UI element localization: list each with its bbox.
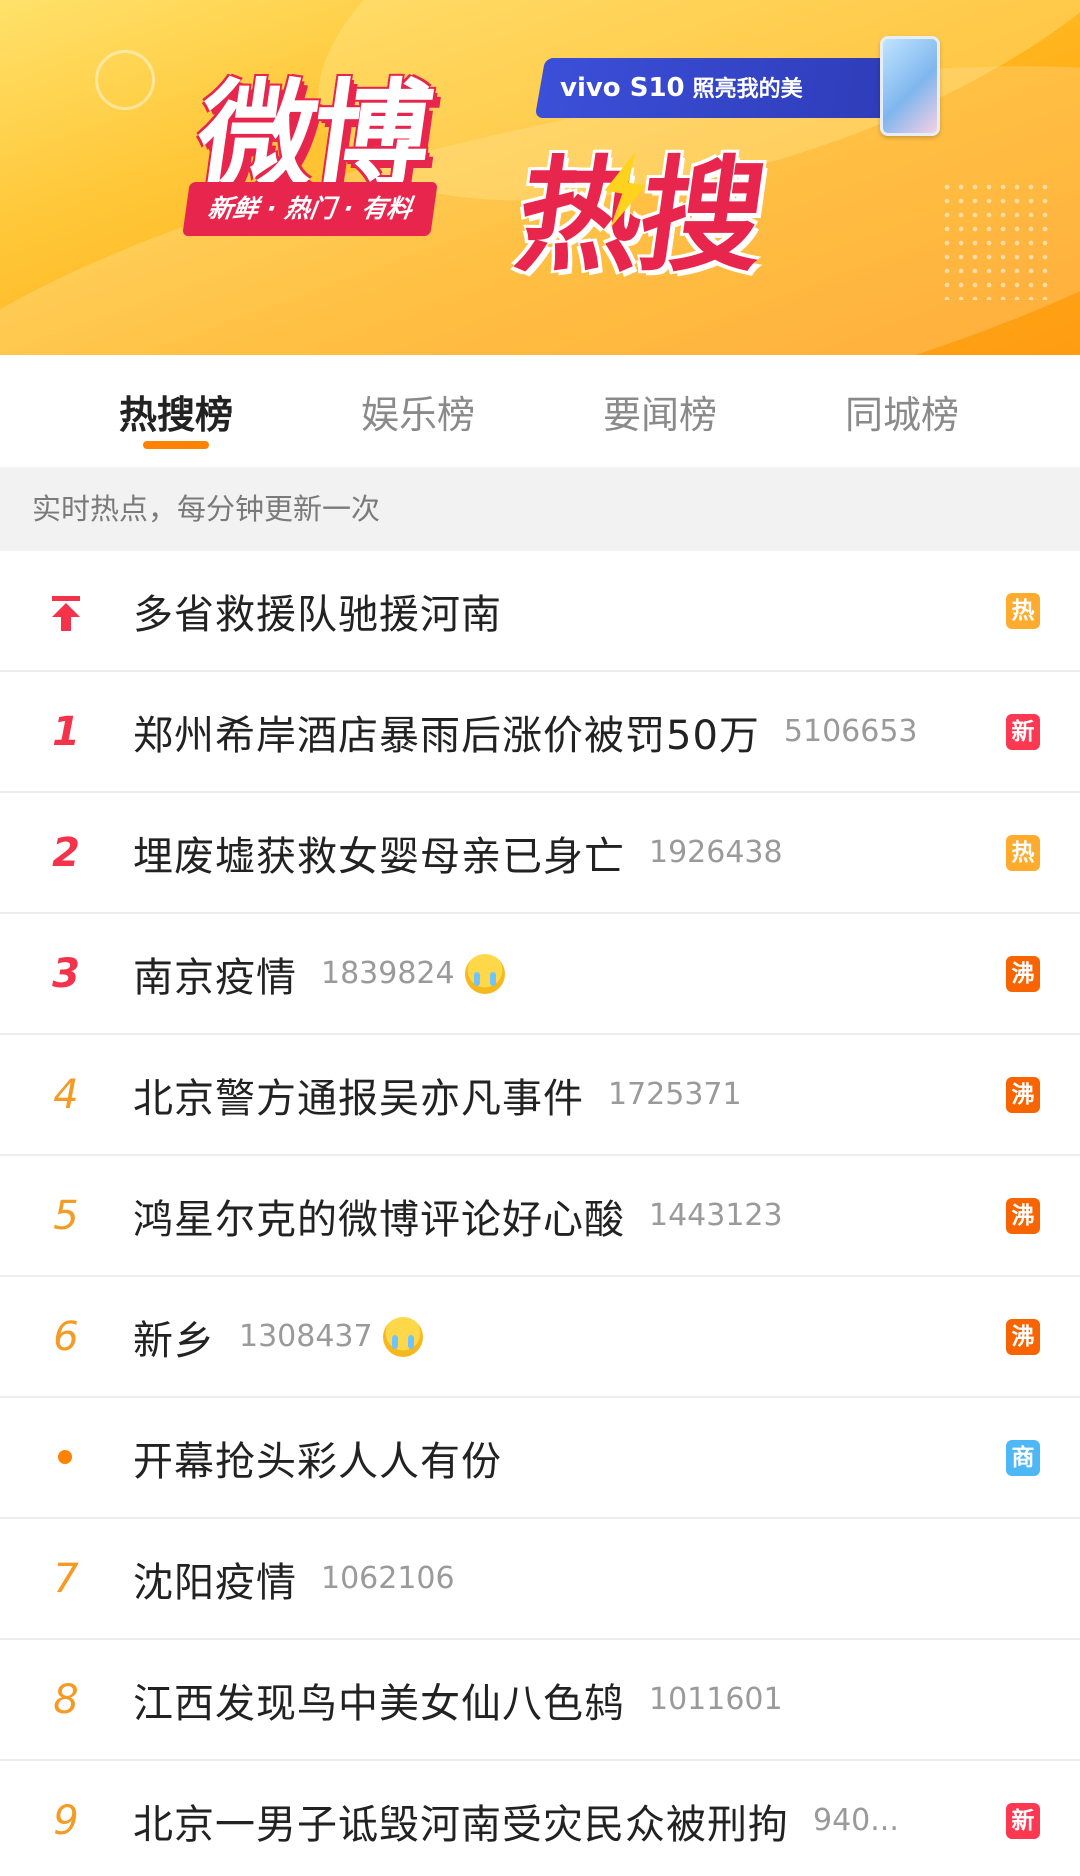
topic-title[interactable]: 沈阳疫情 bbox=[133, 1550, 297, 1608]
search-count: 1011601 bbox=[649, 1682, 783, 1717]
banner-dots-decoration bbox=[940, 180, 1050, 300]
rank-number: 1 bbox=[52, 708, 80, 755]
tab-hot-search[interactable]: 热搜榜 bbox=[55, 355, 297, 467]
row-content: 北京一男子诋毁河南受灾民众被刑拘 940... bbox=[133, 1761, 960, 1876]
status-badge: 商 bbox=[1006, 1440, 1040, 1476]
crying-face-emoji-icon bbox=[464, 953, 505, 994]
hot-search-list: 多省救援队驰援河南热 1 郑州希岸酒店暴雨后涨价被罚50万 5106653 新 2 埋废墟获… bbox=[0, 551, 1080, 1876]
status-badge: 沸 bbox=[1006, 1319, 1040, 1355]
search-count: 1443123 bbox=[649, 1198, 783, 1233]
status-badge: 热 bbox=[1006, 593, 1040, 629]
search-count: 5106653 bbox=[783, 714, 918, 749]
hot-search-row[interactable]: 1 郑州希岸酒店暴雨后涨价被罚50万 5106653 新 bbox=[0, 672, 1080, 793]
tab-label: 热搜榜 bbox=[118, 392, 233, 437]
row-content: 南京疫情 1839824 bbox=[133, 914, 960, 1033]
banner-tagline: 新鲜 · 热门 · 有料 bbox=[182, 182, 438, 236]
rank-number: 2 bbox=[52, 829, 80, 876]
active-tab-indicator bbox=[143, 441, 209, 449]
topic-title[interactable]: 江西发现鸟中美女仙八色鸫 bbox=[133, 1671, 625, 1729]
hot-search-row[interactable]: 9 北京一男子诋毁河南受灾民众被刑拘 940... 新 bbox=[0, 1761, 1080, 1876]
rank-number: 4 bbox=[53, 1071, 79, 1118]
search-count: 1062106 bbox=[321, 1561, 455, 1596]
status-badge: 沸 bbox=[1006, 1198, 1040, 1234]
row-content: 鸿星尔克的微博评论好心酸 1443123 bbox=[133, 1156, 960, 1275]
topic-title[interactable]: 南京疫情 bbox=[133, 945, 297, 1003]
row-content: 新乡 1308437 bbox=[133, 1277, 960, 1396]
topic-title[interactable]: 埋废墟获救女婴母亲已身亡 bbox=[133, 824, 625, 882]
ad-text[interactable]: vivo S10 照亮我的美 bbox=[560, 66, 803, 110]
topic-title[interactable]: 北京警方通报吴亦凡事件 bbox=[133, 1066, 584, 1124]
update-notice: 实时热点，每分钟更新一次 bbox=[0, 467, 1080, 551]
tab-news[interactable]: 要闻榜 bbox=[539, 355, 781, 467]
rank-number: 9 bbox=[53, 1797, 79, 1844]
crying-face-emoji-icon bbox=[382, 1316, 423, 1357]
hot-search-banner: vivo S10 照亮我的美 微博 新鲜 · 热门 · 有料 热搜 bbox=[0, 0, 1080, 355]
search-count: 1308437 bbox=[239, 1319, 373, 1354]
search-count: 940... bbox=[813, 1803, 899, 1838]
status-badge: 新 bbox=[1006, 1803, 1040, 1839]
hot-search-row[interactable]: 8 江西发现鸟中美女仙八色鸫 1011601 bbox=[0, 1640, 1080, 1761]
hot-search-row[interactable]: 多省救援队驰援河南 热 bbox=[0, 551, 1080, 672]
tab-label: 同城榜 bbox=[844, 392, 959, 437]
search-count: 1839824 bbox=[321, 956, 455, 991]
pin-to-top-arrow-icon bbox=[52, 596, 80, 631]
row-content: 郑州希岸酒店暴雨后涨价被罚50万 5106653 bbox=[133, 672, 960, 791]
tab-entertainment[interactable]: 娱乐榜 bbox=[297, 355, 539, 467]
hot-search-row[interactable]: 3 南京疫情 1839824 沸 bbox=[0, 914, 1080, 1035]
ad-brand: vivo S10 bbox=[560, 73, 685, 103]
hot-search-row[interactable]: 4 北京警方通报吴亦凡事件 1725371 沸 bbox=[0, 1035, 1080, 1156]
search-count: 1926438 bbox=[649, 835, 783, 870]
row-content: 江西发现鸟中美女仙八色鸫 1011601 bbox=[133, 1640, 960, 1759]
rank-number: 3 bbox=[52, 950, 80, 997]
status-badge: 沸 bbox=[1006, 1077, 1040, 1113]
row-content: 开幕抢头彩人人有份 bbox=[133, 1398, 960, 1517]
topic-title[interactable]: 北京一男子诋毁河南受灾民众被刑拘 bbox=[133, 1792, 789, 1850]
ad-slogan: 照亮我的美 bbox=[692, 77, 803, 102]
row-content: 北京警方通报吴亦凡事件 1725371 bbox=[133, 1035, 960, 1154]
rank-number: 7 bbox=[53, 1555, 79, 1602]
topic-title[interactable]: 开幕抢头彩人人有份 bbox=[133, 1429, 502, 1487]
hot-search-row[interactable]: 6 新乡 1308437 沸 bbox=[0, 1277, 1080, 1398]
banner-ring-decoration bbox=[95, 50, 155, 110]
topic-title[interactable]: 新乡 bbox=[133, 1308, 215, 1366]
hot-search-row[interactable]: 7 沈阳疫情 1062106 bbox=[0, 1519, 1080, 1640]
rank-number: 8 bbox=[53, 1676, 79, 1723]
row-content: 沈阳疫情 1062106 bbox=[133, 1519, 960, 1638]
hot-search-logo: 热搜 bbox=[508, 145, 773, 289]
status-badge: 新 bbox=[1006, 714, 1040, 750]
hot-search-row[interactable]: 开幕抢头彩人人有份 商 bbox=[0, 1398, 1080, 1519]
row-content: 多省救援队驰援河南 bbox=[133, 551, 960, 670]
topic-title[interactable]: 多省救援队驰援河南 bbox=[133, 582, 502, 640]
hot-search-row[interactable]: 2 埋废墟获救女婴母亲已身亡 1926438 热 bbox=[0, 793, 1080, 914]
topic-title[interactable]: 郑州希岸酒店暴雨后涨价被罚50万 bbox=[133, 703, 760, 761]
tab-label: 娱乐榜 bbox=[360, 392, 475, 437]
tab-local[interactable]: 同城榜 bbox=[781, 355, 1023, 467]
tab-label: 要闻榜 bbox=[602, 392, 717, 437]
status-badge: 沸 bbox=[1006, 956, 1040, 992]
row-content: 埋废墟获救女婴母亲已身亡 1926438 bbox=[133, 793, 960, 912]
status-badge: 热 bbox=[1006, 835, 1040, 871]
orange-dot-icon bbox=[58, 1450, 72, 1464]
rank-number: 5 bbox=[53, 1192, 79, 1239]
rank-number: 6 bbox=[53, 1313, 79, 1360]
search-count: 1725371 bbox=[608, 1077, 742, 1112]
hot-search-row[interactable]: 5 鸿星尔克的微博评论好心酸 1443123 沸 bbox=[0, 1156, 1080, 1277]
ranking-tabs: 热搜榜 娱乐榜 要闻榜 同城榜 bbox=[0, 355, 1080, 467]
phone-ad-image[interactable] bbox=[880, 36, 940, 136]
topic-title[interactable]: 鸿星尔克的微博评论好心酸 bbox=[133, 1187, 625, 1245]
